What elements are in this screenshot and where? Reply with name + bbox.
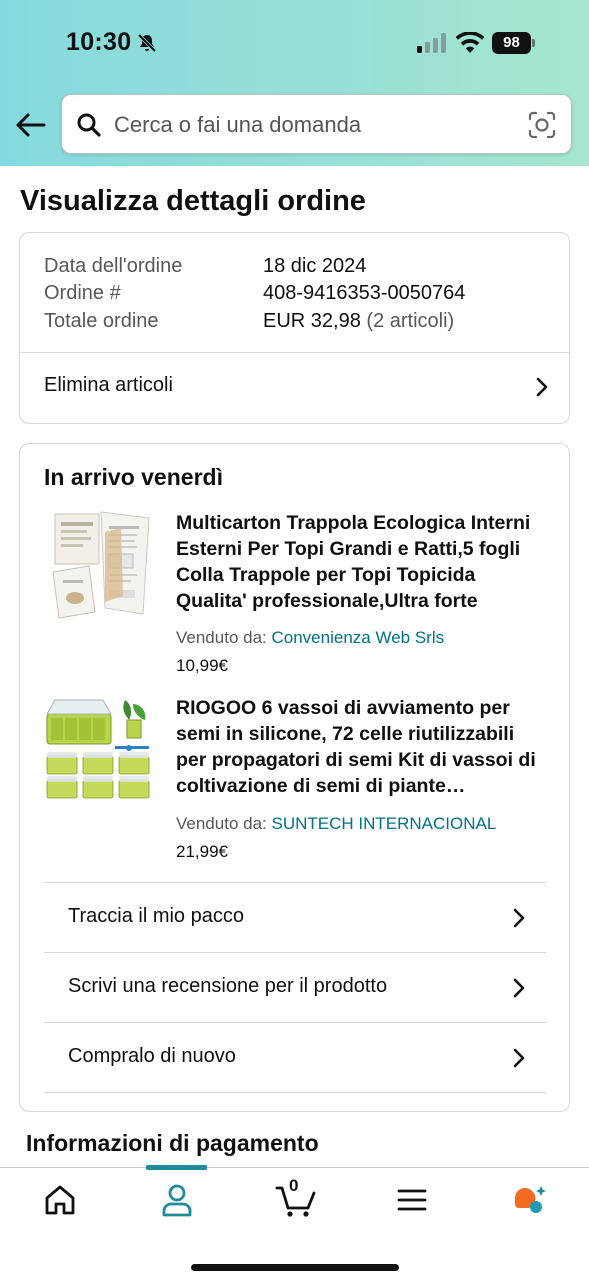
- bottom-nav: 0: [0, 1165, 589, 1280]
- battery-level: 98: [492, 32, 531, 54]
- search-icon: [77, 113, 101, 137]
- order-date-label: Data dell'ordine: [44, 255, 183, 277]
- chevron-right-icon: [513, 1048, 525, 1068]
- cellular-signal-icon: [417, 33, 446, 53]
- track-package-row[interactable]: Traccia il mio pacco: [44, 883, 546, 953]
- camera-lens-icon[interactable]: [528, 111, 556, 139]
- battery-nub: [532, 39, 535, 47]
- product-title[interactable]: Multicarton Trappola Ecologica Interni E…: [176, 510, 548, 614]
- order-total-items: (2 articoli): [366, 310, 455, 332]
- page-title: Visualizza dettagli ordine: [20, 185, 366, 217]
- status-time: 10:30: [66, 28, 132, 56]
- track-package-label: Traccia il mio pacco: [68, 905, 244, 927]
- buy-again-label: Compralo di nuovo: [68, 1045, 236, 1067]
- shipment-card: In arrivo venerdì Multicarton Trappola E…: [19, 443, 570, 1112]
- search-input[interactable]: Cerca o fai una domanda: [114, 112, 361, 138]
- product-image-mouse-trap[interactable]: [45, 510, 155, 622]
- order-number-label: Ordine #: [44, 282, 121, 304]
- write-review-label: Scrivi una recensione per il prodotto: [68, 975, 388, 997]
- sold-by: Venduto da: SUNTECH INTERNACIONAL: [176, 814, 496, 834]
- order-number-value: 408-9416353-0050764: [263, 282, 466, 304]
- order-summary-card: Data dell'ordine 18 dic 2024 Ordine # 40…: [19, 232, 570, 424]
- bell-muted-icon: [137, 33, 157, 53]
- chevron-right-icon: [513, 908, 525, 928]
- product-price: 21,99€: [176, 842, 228, 861]
- seller-link[interactable]: SUNTECH INTERNACIONAL: [272, 814, 497, 833]
- delete-items-label: Elimina articoli: [44, 374, 173, 396]
- product-title[interactable]: RIOGOO 6 vassoi di avviamento per semi i…: [176, 695, 548, 799]
- cart-button[interactable]: 0: [275, 1176, 317, 1218]
- back-arrow-icon[interactable]: [14, 110, 48, 140]
- order-date-value: 18 dic 2024: [263, 255, 367, 277]
- delivery-heading: In arrivo venerdì: [44, 464, 223, 490]
- write-review-row[interactable]: Scrivi una recensione per il prodotto: [44, 953, 546, 1023]
- divider: [44, 1092, 546, 1093]
- order-total-value: EUR 32,98: [263, 310, 361, 332]
- sold-by: Venduto da: Convenienza Web Srls: [176, 628, 444, 648]
- home-indicator[interactable]: [191, 1264, 399, 1271]
- order-total: EUR 32,98 (2 articoli): [263, 310, 454, 333]
- delete-items-row[interactable]: Elimina articoli: [20, 353, 569, 423]
- menu-icon[interactable]: [392, 1182, 432, 1218]
- cart-count: 0: [289, 1176, 299, 1195]
- search-bar[interactable]: Cerca o fai una domanda: [61, 94, 572, 154]
- account-icon[interactable]: [157, 1182, 197, 1218]
- top-header: 10:30 98 Cerca o fai una domanda: [0, 0, 589, 166]
- battery-indicator: 98: [492, 32, 536, 54]
- status-bar: 10:30 98: [0, 0, 589, 88]
- wifi-icon: [456, 32, 484, 53]
- payment-info-heading: Informazioni di pagamento: [26, 1130, 319, 1156]
- sold-by-label: Venduto da:: [176, 628, 267, 647]
- order-total-label: Totale ordine: [44, 310, 159, 332]
- product-price: 10,99€: [176, 656, 228, 675]
- rufus-icon[interactable]: [511, 1182, 551, 1218]
- sold-by-label: Venduto da:: [176, 814, 267, 833]
- seller-link[interactable]: Convenienza Web Srls: [272, 628, 445, 647]
- home-icon[interactable]: [40, 1182, 80, 1218]
- chevron-right-icon: [536, 377, 548, 397]
- product-image-seed-trays[interactable]: [45, 692, 155, 804]
- buy-again-row[interactable]: Compralo di nuovo: [44, 1023, 546, 1093]
- chevron-right-icon: [513, 978, 525, 998]
- active-tab-indicator: [146, 1165, 207, 1170]
